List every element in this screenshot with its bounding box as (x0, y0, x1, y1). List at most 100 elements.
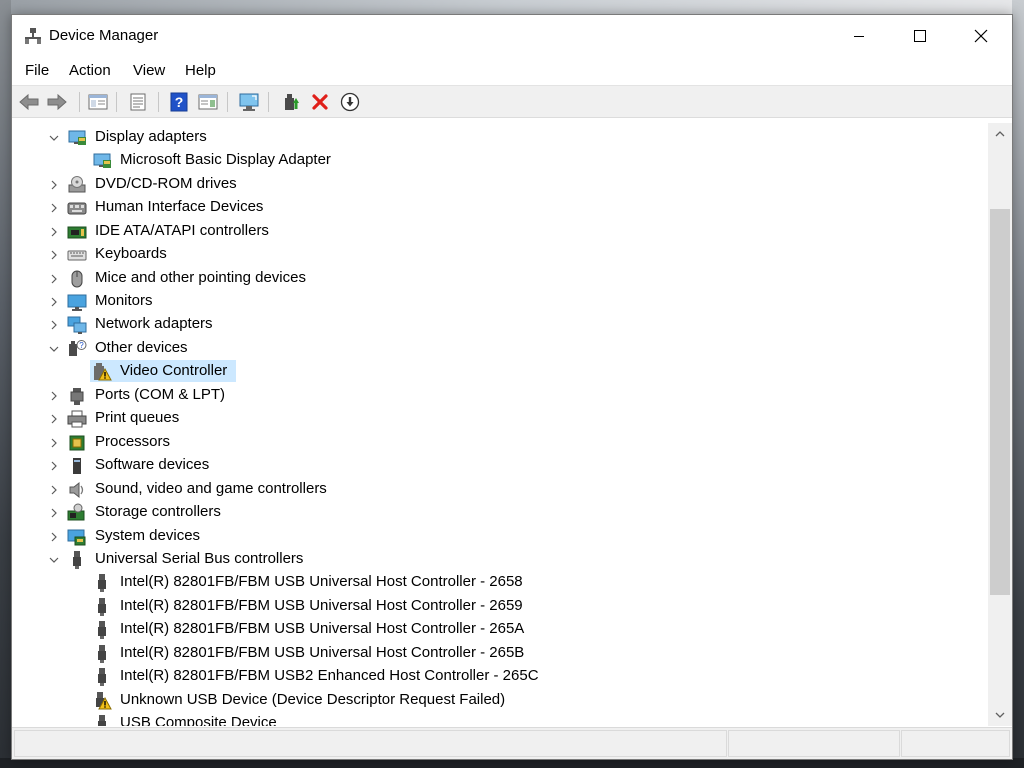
hid-icon (67, 202, 87, 215)
chevron-right-icon[interactable] (49, 461, 59, 471)
tree-item-usb-unknown[interactable]: Unknown USB Device (Device Descriptor Re… (120, 690, 505, 710)
chevron-down-icon[interactable] (49, 344, 59, 354)
warning-device-icon (94, 363, 112, 381)
display-adapter-icon (93, 153, 111, 168)
device-manager-window: Device Manager File Action View Help ? D… (11, 14, 1013, 760)
tree-item-usb-2658[interactable]: Intel(R) 82801FB/FBM USB Universal Host … (120, 572, 523, 592)
window-title: Device Manager (49, 27, 159, 44)
tree-item-network[interactable]: Network adapters (95, 314, 213, 334)
tree-item-ms-basic-display[interactable]: Microsoft Basic Display Adapter (120, 150, 331, 170)
status-cell-main (14, 730, 727, 757)
chevron-right-icon[interactable] (49, 203, 59, 213)
menu-view[interactable]: View (133, 62, 165, 79)
chevron-right-icon[interactable] (49, 485, 59, 495)
tree-item-usb-265c[interactable]: Intel(R) 82801FB/FBM USB2 Enhanced Host … (120, 666, 539, 686)
maximize-button[interactable] (897, 15, 943, 57)
vertical-scrollbar[interactable] (988, 123, 1012, 726)
tree-item-other[interactable]: Other devices (95, 338, 188, 358)
chevron-right-icon[interactable] (49, 438, 59, 448)
minimize-button[interactable] (836, 15, 882, 57)
tree-item-keyboards[interactable]: Keyboards (95, 244, 167, 264)
close-button[interactable] (958, 15, 1004, 57)
forward-button[interactable] (45, 91, 69, 113)
uninstall-button[interactable] (308, 91, 332, 113)
menu-help[interactable]: Help (185, 62, 216, 79)
software-device-icon (73, 458, 81, 474)
desktop-background-left (0, 0, 11, 768)
chevron-right-icon[interactable] (49, 297, 59, 307)
menu-action[interactable]: Action (69, 62, 111, 79)
scan-hardware-icon (239, 93, 259, 111)
dvd-drive-icon (68, 176, 86, 193)
tree-item-dvd[interactable]: DVD/CD-ROM drives (95, 174, 237, 194)
tree-item-display-adapters[interactable]: Display adapters (95, 127, 207, 147)
properties-button[interactable] (126, 91, 150, 113)
scroll-down-button[interactable] (988, 706, 1012, 724)
tree-item-mice[interactable]: Mice and other pointing devices (95, 268, 306, 288)
update-driver-button[interactable] (279, 91, 303, 113)
tree-item-usb-2659[interactable]: Intel(R) 82801FB/FBM USB Universal Host … (120, 596, 523, 616)
tree-item-usb[interactable]: Universal Serial Bus controllers (95, 549, 303, 569)
help-button[interactable]: ? (167, 91, 191, 113)
tree-item-usb-265b[interactable]: Intel(R) 82801FB/FBM USB Universal Host … (120, 643, 524, 663)
tree-item-monitors[interactable]: Monitors (95, 291, 153, 311)
forward-icon (47, 93, 67, 111)
title-bar[interactable]: Device Manager (12, 15, 1012, 57)
chevron-right-icon[interactable] (49, 508, 59, 518)
svg-text:?: ? (175, 94, 184, 110)
usb-warning-icon (96, 692, 112, 710)
disable-icon (340, 92, 360, 112)
toolbar-separator (158, 92, 159, 112)
usb-icon (73, 551, 81, 569)
chevron-right-icon[interactable] (49, 391, 59, 401)
tree-item-sound[interactable]: Sound, video and game controllers (95, 479, 327, 499)
status-cell-secondary (728, 730, 900, 757)
tree-item-software[interactable]: Software devices (95, 455, 209, 475)
chevron-down-icon[interactable] (49, 133, 59, 143)
usb-icon (98, 598, 106, 616)
show-hide-console-tree-icon (88, 94, 108, 110)
tree-item-usb-265a[interactable]: Intel(R) 82801FB/FBM USB Universal Host … (120, 619, 524, 639)
desktop-background-right (1012, 0, 1024, 768)
scrollbar-thumb[interactable] (990, 209, 1010, 595)
tree-item-hid[interactable]: Human Interface Devices (95, 197, 263, 217)
keyboard-icon (67, 250, 87, 261)
tree-item-storage[interactable]: Storage controllers (95, 502, 221, 522)
show-hide-console-tree-button[interactable] (86, 91, 110, 113)
desktop-background-top (0, 0, 1024, 14)
menu-file[interactable]: File (25, 62, 49, 79)
chevron-down-icon[interactable] (49, 555, 59, 565)
back-button[interactable] (17, 91, 41, 113)
toolbar-separator (227, 92, 228, 112)
tree-item-video-controller[interactable]: Video Controller (120, 361, 227, 381)
system-devices-icon (67, 529, 86, 546)
tree-item-print[interactable]: Print queues (95, 408, 179, 428)
action-pane-button[interactable] (196, 91, 220, 113)
usb-icon (98, 668, 106, 686)
disable-device-button[interactable] (338, 91, 362, 113)
tree-item-ide[interactable]: IDE ATA/ATAPI controllers (95, 221, 269, 241)
tree-item-system[interactable]: System devices (95, 526, 200, 546)
uninstall-icon (312, 94, 328, 110)
tree-item-processors[interactable]: Processors (95, 432, 170, 452)
usb-icon (98, 715, 106, 726)
tree-item-usb-composite[interactable]: USB Composite Device (120, 713, 277, 726)
tree-item-ports[interactable]: Ports (COM & LPT) (95, 385, 225, 405)
chevron-right-icon[interactable] (49, 274, 59, 284)
action-pane-icon (198, 94, 218, 110)
chevron-right-icon[interactable] (49, 227, 59, 237)
chevron-right-icon[interactable] (49, 414, 59, 424)
scan-hardware-button[interactable] (237, 91, 261, 113)
chevron-right-icon[interactable] (49, 320, 59, 330)
chevron-right-icon[interactable] (49, 180, 59, 190)
storage-controller-icon (67, 503, 85, 521)
chevron-right-icon[interactable] (49, 250, 59, 260)
chevron-right-icon[interactable] (49, 532, 59, 542)
help-icon: ? (170, 92, 188, 112)
menu-bar: File Action View Help (12, 57, 1012, 85)
mouse-icon (71, 270, 83, 288)
printer-icon (67, 410, 87, 428)
device-tree[interactable]: Display adapters Microsoft Basic Display … (12, 123, 988, 726)
port-icon (70, 388, 84, 405)
scroll-up-button[interactable] (988, 125, 1012, 143)
